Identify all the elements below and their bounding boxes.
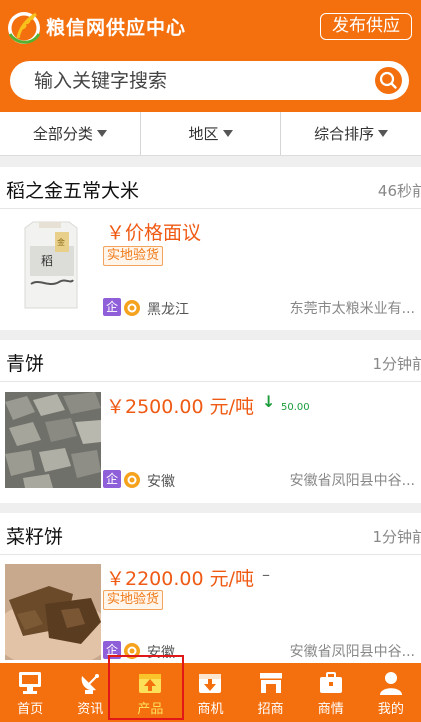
nav-label: 首页 [17,702,44,717]
nav-investment[interactable]: 招商 [241,663,301,722]
product-image [5,564,101,660]
medal-icon [124,643,140,659]
satellite-dish-icon [81,674,100,694]
bottom-nav: 首页 资讯 产品 商机 招商 商情 我的 [0,663,421,722]
listing-header: 青饼 1分钟前 [0,340,421,382]
price-unchanged: – [262,565,270,584]
nav-news[interactable]: 资讯 [60,663,120,722]
listing-company: 安徽省凤阳县中谷... [289,473,415,489]
listing-time: 1分钟前 [372,528,421,546]
listing-title: 青饼 [6,353,45,375]
listing-title: 稻之金五常大米 [6,180,140,202]
listing-title: 菜籽饼 [6,526,64,548]
listing-price: ￥2200.00 元/吨 [106,568,255,590]
medal-icon [124,472,140,488]
supply-center-screen: 粮信网供应中心 发布供应 全部分类 地区 综合排序 [0,0,421,722]
grain-logo-icon [8,12,41,44]
brand-title: 粮信网供应中心 [46,17,187,39]
nav-label: 我的 [377,702,404,717]
nav-label: 商情 [317,702,344,717]
search-bar [10,61,409,100]
filter-sort[interactable]: 综合排序 [281,112,421,155]
listing-time: 1分钟前 [372,355,421,373]
briefcase-icon [319,672,342,693]
nav-opportunities[interactable]: 商机 [180,663,240,722]
user-icon [379,672,402,695]
filter-region-label: 地区 [188,125,219,143]
nav-mine[interactable]: 我的 [361,663,421,722]
verified-tag: 实地验货 [103,246,164,266]
svg-text:金: 金 [57,237,65,247]
nav-home[interactable]: 首页 [0,663,60,722]
header: 粮信网供应中心 发布供应 [0,0,421,112]
listing-card[interactable]: 稻之金五常大米 46秒前 稻 金 ￥价格面议 实地验货 企 黑龙江 东莞市太粮米… [0,167,421,330]
listing-region: 安徽 [147,645,175,661]
nav-market-info[interactable]: 商情 [301,663,361,722]
listing-card[interactable]: 青饼 1分钟前 ￥2500.00 元/吨 ↓ 50.00 企 安徽 安徽省凤阳县… [0,340,421,503]
listing-region: 黑龙江 [147,302,189,318]
storefront-icon [259,673,282,693]
listing-time: 46秒前 [377,182,421,200]
nav-label: 招商 [257,702,284,717]
price-change: 50.00 [281,402,310,413]
svg-text:稻: 稻 [41,254,53,268]
search-icon [379,71,397,89]
search-button[interactable] [375,67,402,94]
caret-down-icon [222,130,233,137]
listing-card[interactable]: 菜籽饼 1分钟前 ￥2200.00 元/吨 – 实地验货 企 安徽 安徽省凤阳县… [0,513,421,663]
filter-sort-label: 综合排序 [314,125,375,143]
listing-header: 菜籽饼 1分钟前 [0,513,421,555]
download-box-icon [199,674,222,693]
upload-box-icon [139,674,162,693]
nav-label: 产品 [137,702,164,717]
caret-down-icon [378,130,389,137]
listing-header: 稻之金五常大米 46秒前 [0,167,421,209]
verified-tag: 实地验货 [103,590,164,610]
filter-category[interactable]: 全部分类 [0,112,141,155]
publish-supply-button[interactable]: 发布供应 [320,13,412,40]
monitor-icon [19,672,42,694]
filter-region[interactable]: 地区 [141,112,282,155]
nav-label: 资讯 [77,702,104,717]
listing-price: ￥2500.00 元/吨 [106,396,255,418]
medal-icon [124,300,140,316]
enterprise-badge: 企 [103,298,121,316]
nav-products[interactable]: 产品 [120,663,180,722]
search-input[interactable] [34,61,354,100]
price-down-icon: ↓ [262,392,276,411]
product-image [5,392,101,488]
listing-region: 安徽 [147,474,175,490]
listing-company: 东莞市太粮米业有... [289,301,415,317]
enterprise-badge: 企 [103,470,121,488]
listing-company: 安徽省凤阳县中谷... [289,644,415,660]
listing-price: ￥价格面议 [106,222,202,244]
filter-category-label: 全部分类 [32,125,93,143]
enterprise-badge: 企 [103,641,121,659]
nav-label: 商机 [197,702,224,717]
caret-down-icon [96,130,107,137]
product-image: 稻 金 [5,218,101,314]
filter-bar: 全部分类 地区 综合排序 [0,112,421,156]
